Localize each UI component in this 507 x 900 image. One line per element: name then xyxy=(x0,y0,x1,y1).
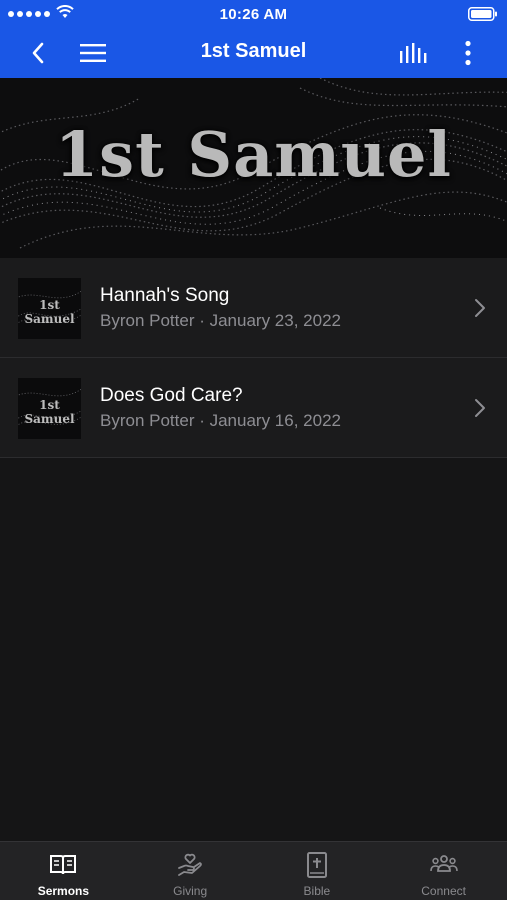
status-time: 10:26 AM xyxy=(219,6,288,23)
tab-label: Connect xyxy=(421,884,466,898)
more-vertical-icon xyxy=(465,40,471,66)
chevron-right-icon xyxy=(475,399,485,417)
status-bar: 10:26 AM xyxy=(0,0,507,28)
people-icon xyxy=(429,855,458,872)
sermon-thumbnail: 1st Samuel xyxy=(18,278,81,339)
series-banner: 1st Samuel xyxy=(0,78,507,258)
sermon-subtitle: Byron Potter · January 23, 2022 xyxy=(100,311,341,330)
more-button[interactable] xyxy=(451,36,485,70)
tab-sermons[interactable]: Sermons xyxy=(0,842,127,900)
battery-icon xyxy=(468,7,497,21)
sermon-list: 1st Samuel Hannah's Song Byron Potter · … xyxy=(0,258,507,458)
tab-bible[interactable]: Bible xyxy=(254,842,381,900)
list-item[interactable]: 1st Samuel Hannah's Song Byron Potter · … xyxy=(0,258,507,358)
tab-label: Bible xyxy=(303,884,331,898)
tab-giving[interactable]: Giving xyxy=(127,842,254,900)
hand-heart-icon xyxy=(178,853,203,876)
nav-bar: 1st Samuel xyxy=(0,28,507,78)
chevron-right-icon xyxy=(475,299,485,317)
thumbnail-title: 1st Samuel xyxy=(24,398,75,426)
top-bar: 10:26 AM 1st Samuel xyxy=(0,0,507,78)
audio-bars-icon xyxy=(400,43,427,63)
tab-connect[interactable]: Connect xyxy=(380,842,507,900)
list-item[interactable]: 1st Samuel Does God Care? Byron Potter ·… xyxy=(0,358,507,458)
sermon-thumbnail: 1st Samuel xyxy=(18,378,81,439)
bible-icon xyxy=(306,852,327,878)
banner-title: 1st Samuel xyxy=(55,118,452,191)
sermon-title: Hannah's Song xyxy=(100,285,230,306)
open-book-icon xyxy=(50,855,77,875)
tab-label: Sermons xyxy=(37,884,90,898)
sermon-title: Does God Care? xyxy=(100,385,243,406)
tab-label: Giving xyxy=(173,884,208,898)
sermon-subtitle: Byron Potter · January 16, 2022 xyxy=(100,411,341,430)
tab-bar: Sermons Giving Bible Connect xyxy=(0,841,507,900)
thumbnail-title: 1st Samuel xyxy=(24,298,75,326)
audio-button[interactable] xyxy=(397,36,431,70)
